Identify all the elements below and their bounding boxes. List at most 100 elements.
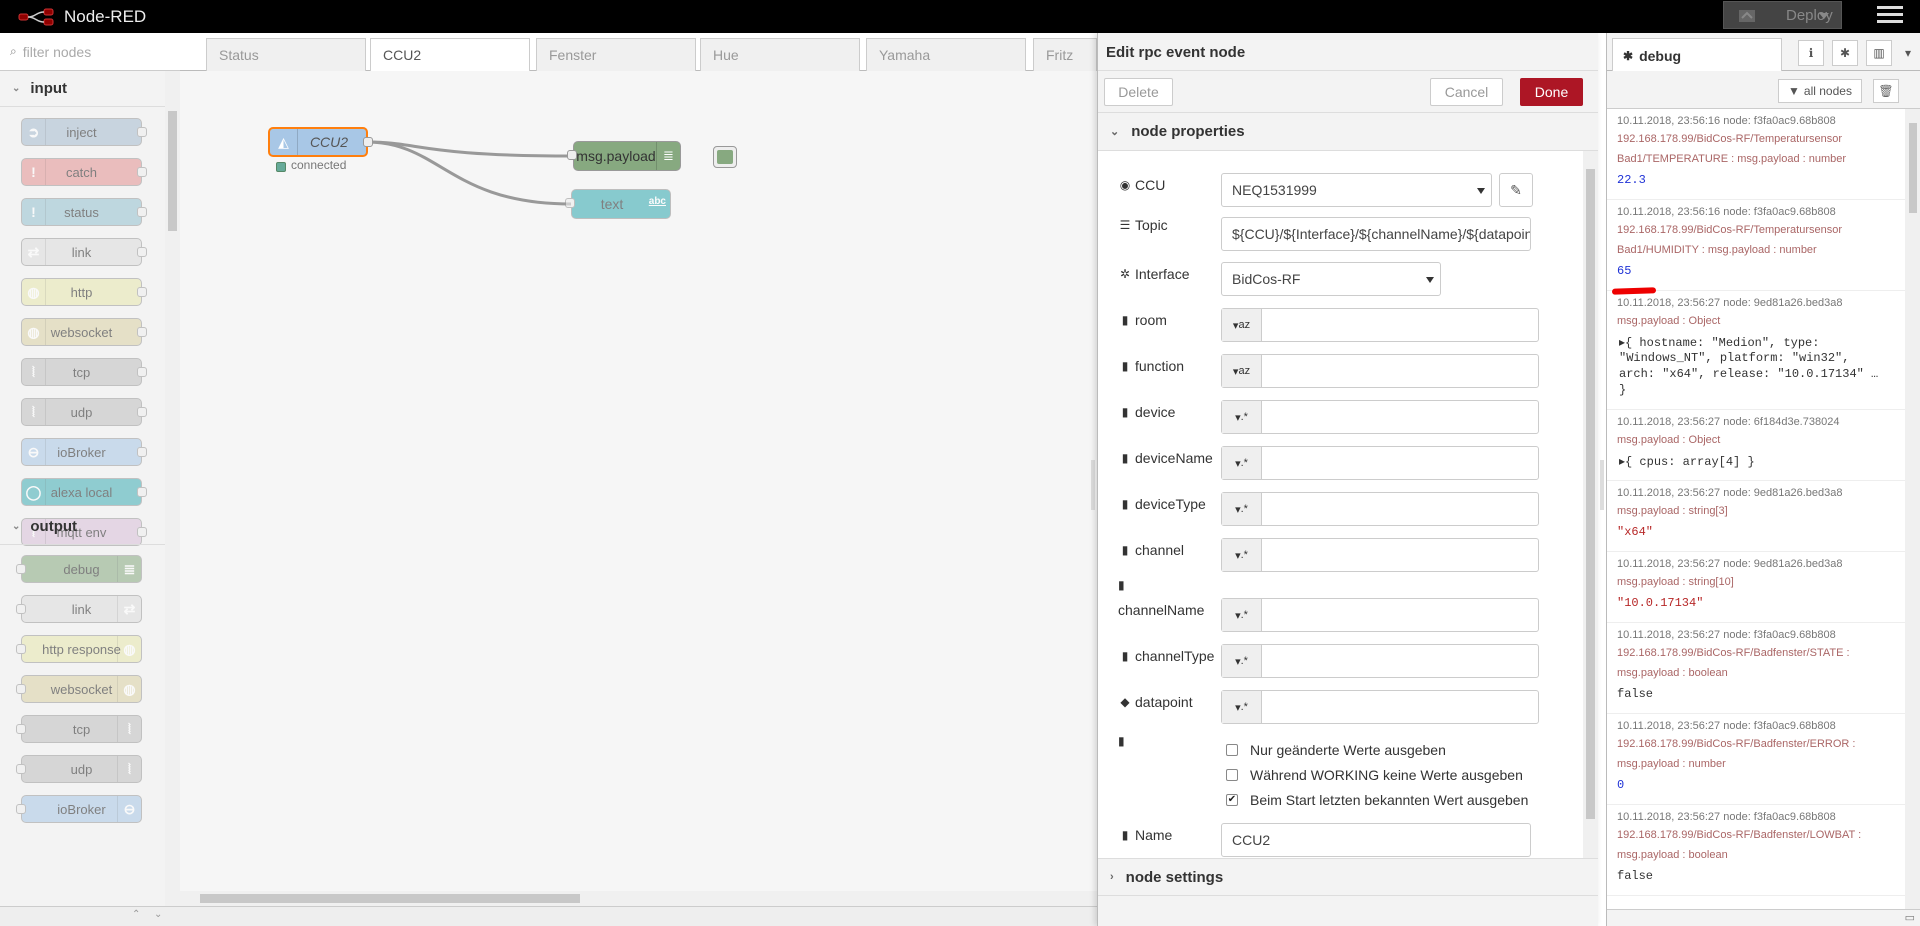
message-value[interactable]: ▸{ hostname: "Medion", type: bbox=[1619, 335, 1819, 350]
debug-message[interactable]: 10.11.2018, 23:56:16 node: f3fa0ac9.68b8… bbox=[1607, 200, 1905, 291]
type-select[interactable]: ▾ .* bbox=[1222, 493, 1262, 525]
message-value[interactable]: "Windows_NT", platform: "win32", bbox=[1619, 351, 1849, 365]
node-properties-header[interactable]: ⌄ node properties bbox=[1098, 113, 1598, 151]
monitor-icon[interactable]: ▭ bbox=[1905, 911, 1915, 924]
device-input[interactable]: ▾ .* bbox=[1221, 400, 1539, 434]
done-button[interactable]: Done bbox=[1520, 78, 1583, 106]
palette-node-udp[interactable]: ⦚ udp bbox=[16, 755, 142, 783]
output-port[interactable] bbox=[363, 137, 373, 147]
clear-messages-button[interactable]: 🗑 bbox=[1873, 79, 1899, 103]
tab-ccu2[interactable]: CCU2 bbox=[370, 38, 530, 72]
checkbox[interactable]: ✔ bbox=[1226, 794, 1238, 806]
scroll-thumb[interactable] bbox=[168, 111, 177, 231]
tab-info[interactable]: ℹ bbox=[1798, 40, 1824, 66]
type-select[interactable]: ▾ az bbox=[1222, 355, 1262, 387]
tab-dashboard[interactable]: ▥ bbox=[1866, 40, 1892, 66]
palette-node-ioBroker[interactable]: ⊖ ioBroker bbox=[21, 438, 147, 466]
room-input[interactable]: ▾ az bbox=[1221, 308, 1539, 342]
message-value[interactable]: arch: "x64", release: "10.0.17134" … bbox=[1619, 367, 1878, 381]
topic-input[interactable]: ${CCU}/${Interface}/${channelName}/${dat… bbox=[1221, 217, 1531, 251]
palette-node-status[interactable]: ! status bbox=[21, 198, 147, 226]
type-select[interactable]: ▾ .* bbox=[1222, 599, 1262, 631]
palette-scrollbar[interactable] bbox=[165, 71, 180, 926]
palette-filter[interactable]: ⌕ filter nodes bbox=[0, 33, 180, 71]
debug-message[interactable]: 10.11.2018, 23:56:27 node: f3fa0ac9.68b8… bbox=[1607, 714, 1905, 805]
palette-node-debug[interactable]: ≣ debug bbox=[16, 555, 142, 583]
palette-filter-input[interactable]: filter nodes bbox=[23, 44, 91, 60]
palette-node-http[interactable]: ◍ http bbox=[21, 278, 147, 306]
debug-message[interactable]: 10.11.2018, 23:56:27 node: f3fa0ac9.68b8… bbox=[1607, 805, 1905, 896]
type-select[interactable]: ▾ az bbox=[1222, 309, 1262, 341]
type-select[interactable]: ▾ .* bbox=[1222, 691, 1262, 723]
input-port[interactable] bbox=[567, 150, 577, 160]
tab-fritz[interactable]: Fritz bbox=[1033, 38, 1097, 71]
palette-category-input[interactable]: ⌄ input bbox=[0, 71, 165, 107]
all-nodes-filter-button[interactable]: ▼ all nodes bbox=[1778, 79, 1862, 103]
tab-debug-icon[interactable]: ✱ bbox=[1832, 40, 1858, 66]
scroll-thumb[interactable] bbox=[1586, 169, 1595, 819]
chevron-up-icon[interactable]: ⌃ bbox=[132, 909, 140, 920]
palette-node-websocket[interactable]: ◍ websocket bbox=[21, 318, 147, 346]
ccu-select[interactable]: NEQ1531999 bbox=[1221, 173, 1492, 207]
workspace-scrollbar[interactable] bbox=[180, 891, 1097, 906]
sidebar-scrollbar[interactable] bbox=[1905, 109, 1920, 909]
wire[interactable] bbox=[366, 140, 574, 158]
datapoint-input[interactable]: ▾ .* bbox=[1221, 690, 1539, 724]
tab-fenster[interactable]: Fenster bbox=[536, 38, 696, 71]
type-select[interactable]: ▾ .* bbox=[1222, 447, 1262, 479]
flow-node-text[interactable]: text abc bbox=[565, 189, 671, 219]
palette-node-alexa-local[interactable]: ◯ alexa local bbox=[21, 478, 147, 506]
channel-input[interactable]: ▾ .* bbox=[1221, 538, 1539, 572]
chevron-down-icon[interactable]: ⌄ bbox=[154, 909, 162, 920]
input-port[interactable] bbox=[565, 198, 575, 208]
type-select[interactable]: ▾ .* bbox=[1222, 539, 1262, 571]
debug-message[interactable]: 10.11.2018, 23:56:27 node: 9ed81a26.bed3… bbox=[1607, 291, 1905, 410]
debug-message[interactable]: 10.11.2018, 23:56:27 node: f3fa0ac9.68b8… bbox=[1607, 623, 1905, 714]
palette-category-output[interactable]: ⌄ output bbox=[0, 509, 165, 545]
type-select[interactable]: ▾ .* bbox=[1222, 645, 1262, 677]
palette-node-link[interactable]: ⇄ link bbox=[21, 238, 147, 266]
resize-handle[interactable] bbox=[1091, 460, 1095, 510]
debug-message[interactable]: 10.11.2018, 23:56:27 node: 9ed81a26.bed3… bbox=[1607, 552, 1905, 623]
tab-yamaha[interactable]: Yamaha bbox=[866, 38, 1026, 71]
interface-select[interactable]: BidCos-RF bbox=[1221, 262, 1441, 296]
cancel-button[interactable]: Cancel bbox=[1430, 78, 1503, 106]
devicetype-input[interactable]: ▾ .* bbox=[1221, 492, 1539, 526]
tab-hue[interactable]: Hue bbox=[700, 38, 860, 71]
palette-node-tcp[interactable]: ⦚ tcp bbox=[16, 715, 142, 743]
delete-button[interactable]: Delete bbox=[1104, 78, 1173, 106]
palette-node-websocket[interactable]: ◍ websocket bbox=[16, 675, 142, 703]
devicename-input[interactable]: ▾ .* bbox=[1221, 446, 1539, 480]
channeltype-input[interactable]: ▾ .* bbox=[1221, 644, 1539, 678]
tab-status[interactable]: Status bbox=[206, 38, 366, 71]
wire[interactable] bbox=[366, 140, 572, 206]
palette-node-http-response[interactable]: ◍ http response bbox=[16, 635, 142, 663]
option-checkbox-row[interactable]: ✔ Beim Start letzten bekannten Wert ausge… bbox=[1226, 792, 1528, 808]
palette-node-inject[interactable]: ➲ inject bbox=[21, 118, 147, 146]
main-menu-button[interactable] bbox=[1877, 6, 1903, 26]
option-checkbox-row[interactable]: Nur geänderte Werte ausgeben bbox=[1226, 742, 1446, 758]
channelname-input[interactable]: ▾ .* bbox=[1221, 598, 1539, 632]
flow-node-ccu2[interactable]: ◭ CCU2 bbox=[268, 127, 373, 157]
palette-node-udp[interactable]: ⦚ udp bbox=[21, 398, 147, 426]
resize-handle[interactable] bbox=[1600, 460, 1604, 510]
scroll-thumb[interactable] bbox=[200, 894, 580, 903]
node-settings-header[interactable]: › node settings bbox=[1098, 858, 1598, 896]
flow-node-debug[interactable]: msg.payload ≣ bbox=[567, 141, 681, 171]
option-checkbox-row[interactable]: Während WORKING keine Werte ausgeben bbox=[1226, 767, 1523, 783]
debug-toggle-button[interactable] bbox=[713, 146, 737, 168]
checkbox[interactable] bbox=[1226, 769, 1238, 781]
flow-canvas[interactable]: ◭ CCU2 connected msg.payload ≣ text abc bbox=[180, 71, 1097, 891]
sidebar-menu-button[interactable]: ▾ bbox=[1898, 40, 1918, 66]
debug-message[interactable]: 10.11.2018, 23:56:27 node: 6f184d3e.7380… bbox=[1607, 410, 1905, 481]
checkbox[interactable] bbox=[1226, 744, 1238, 756]
chevron-down-icon[interactable] bbox=[1819, 13, 1829, 19]
palette-node-tcp[interactable]: ⦚ tcp bbox=[21, 358, 147, 386]
debug-message[interactable]: 10.11.2018, 23:56:16 node: f3fa0ac9.68b8… bbox=[1607, 109, 1905, 200]
edit-ccu-button[interactable]: ✎ bbox=[1499, 173, 1533, 207]
message-value[interactable]: } bbox=[1619, 383, 1626, 397]
properties-scrollbar[interactable] bbox=[1583, 151, 1598, 858]
tab-debug[interactable]: ✱ debug bbox=[1612, 38, 1782, 72]
deploy-button[interactable]: Deploy bbox=[1723, 1, 1842, 29]
palette-node-ioBroker[interactable]: ⊖ ioBroker bbox=[16, 795, 142, 823]
